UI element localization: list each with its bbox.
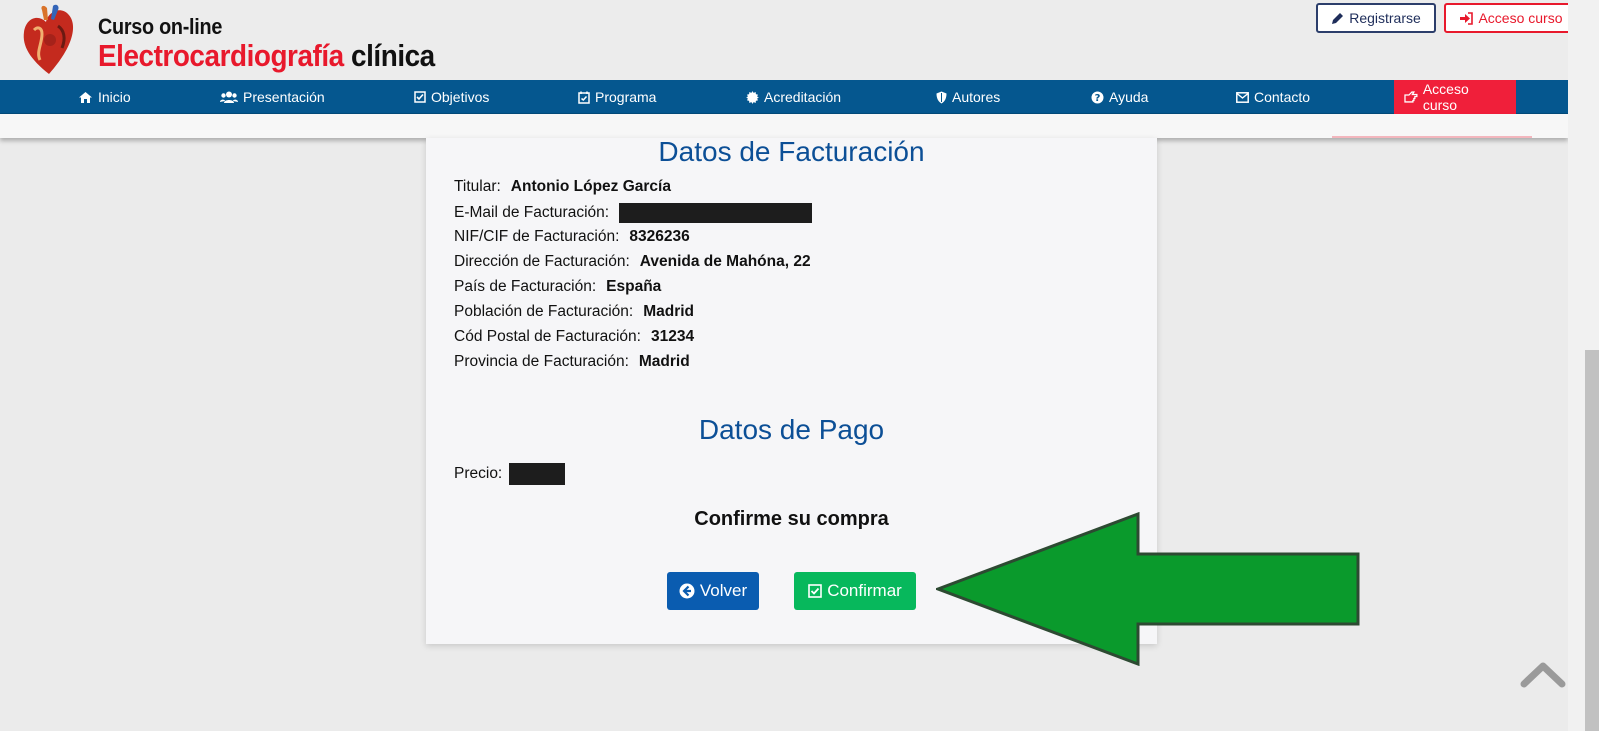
calendar-check-icon [578, 91, 590, 104]
nav-item-label: Programa [595, 89, 657, 105]
billing-row-direccion: Dirección de Facturación: Avenida de Mahó… [454, 253, 811, 271]
back-label: Volver [699, 581, 748, 600]
confirm-button[interactable]: Confirmar [794, 572, 916, 610]
nav-item-label: Acceso curso [1422, 81, 1469, 113]
payment-title: Datos de Pago [698, 414, 885, 445]
sticky-header-shadow [0, 114, 1568, 138]
envelope-icon [1236, 91, 1249, 103]
nav-item-inicio[interactable]: Inicio [78, 80, 131, 114]
arrow-circle-left-icon [679, 583, 695, 599]
heart-logo-icon[interactable] [20, 4, 78, 76]
underlay-accent [1332, 136, 1532, 138]
brand-title: Electrocardiografía clínica [98, 38, 435, 74]
nav-item-presentacion[interactable]: Presentación [220, 80, 325, 114]
access-course-label: Acceso curso [1478, 10, 1563, 26]
checkbox-icon [808, 584, 822, 598]
brand-title-red: Electrocardiografía [98, 38, 344, 73]
back-button[interactable]: Volver [667, 572, 759, 610]
payment-row-price: Precio: [454, 463, 565, 485]
billing-row-titular: Titular: Antonio López García [454, 178, 671, 196]
shield-icon [936, 91, 947, 103]
billing-row-pais: País de Facturación: España [454, 278, 661, 296]
nav-item-label: Acreditación [764, 89, 842, 105]
field-value: España [606, 278, 662, 295]
register-button[interactable]: Registrarse [1316, 3, 1436, 33]
nav-item-label: Objetivos [431, 89, 490, 105]
field-value: Avenida de Mahóna, 22 [639, 253, 811, 270]
field-value: Antonio López García [510, 178, 671, 195]
field-label: País de Facturación: [454, 278, 597, 295]
scroll-to-top-icon[interactable] [1520, 660, 1566, 688]
hand-point-right-icon [1404, 91, 1418, 103]
billing-row-email: E-Mail de Facturación: [454, 203, 813, 223]
field-label: NIF/CIF de Facturación: [454, 228, 620, 245]
billing-title: Datos de Facturación [658, 136, 925, 167]
field-label: Provincia de Facturación: [454, 353, 629, 370]
pencil-icon [1332, 12, 1344, 24]
nav-item-label: Ayuda [1109, 89, 1149, 105]
billing-row-provincia: Provincia de Facturación: Madrid [454, 353, 690, 371]
nav-item-label: Inicio [98, 89, 131, 105]
nav-item-programa[interactable]: Programa [578, 80, 656, 114]
field-label: Precio: [454, 465, 503, 483]
site-header: Curso on-line Electrocardiografía clínic… [0, 0, 1578, 80]
svg-text:?: ? [1095, 93, 1101, 104]
nav-item-acreditacion[interactable]: Acreditación [746, 80, 841, 114]
question-icon: ? [1091, 91, 1104, 104]
field-value: Madrid [643, 303, 695, 320]
nav-item-label: Contacto [1254, 89, 1311, 105]
sign-in-icon [1460, 11, 1474, 25]
access-course-button[interactable]: Acceso curso [1444, 3, 1578, 33]
billing-row-nif: NIF/CIF de Facturación: 8326236 [454, 228, 690, 246]
nav-item-contacto[interactable]: Contacto [1236, 80, 1310, 114]
nav-item-label: Autores [952, 89, 1001, 105]
nav-item-acceso-curso[interactable]: Acceso curso [1394, 80, 1516, 114]
field-value: Madrid [638, 353, 690, 370]
home-icon [79, 91, 92, 103]
confirm-label: Confirmar [827, 581, 902, 600]
main-nav: Inicio Presentación Objetivos Programa A… [0, 80, 1568, 114]
field-label: Cód Postal de Facturación: [454, 328, 641, 345]
field-label: Titular: [454, 178, 501, 195]
nav-item-autores[interactable]: Autores [936, 80, 1000, 114]
users-icon [220, 91, 238, 103]
field-label: Dirección de Facturación: [454, 253, 630, 270]
field-value: 31234 [650, 328, 695, 345]
redacted-email [619, 203, 813, 223]
field-label: E-Mail de Facturación: [454, 204, 610, 222]
nav-item-objetivos[interactable]: Objetivos [414, 80, 489, 114]
billing-row-cp: Cód Postal de Facturación: 31234 [454, 328, 694, 346]
billing-row-poblacion: Población de Facturación: Madrid [454, 303, 694, 321]
brand-title-black: clínica [351, 38, 435, 73]
redacted-price [508, 463, 565, 485]
pointer-arrow-icon [936, 512, 1360, 666]
register-label: Registrarse [1349, 10, 1421, 26]
nav-item-label: Presentación [243, 89, 325, 105]
checkbox-icon [414, 91, 426, 103]
brand-subtitle: Curso on-line [98, 14, 223, 39]
certificate-icon [746, 90, 759, 104]
nav-item-ayuda[interactable]: ? Ayuda [1091, 80, 1148, 114]
field-value: 8326236 [629, 228, 690, 245]
field-label: Población de Facturación: [454, 303, 634, 320]
scrollbar-thumb[interactable] [1585, 350, 1599, 731]
